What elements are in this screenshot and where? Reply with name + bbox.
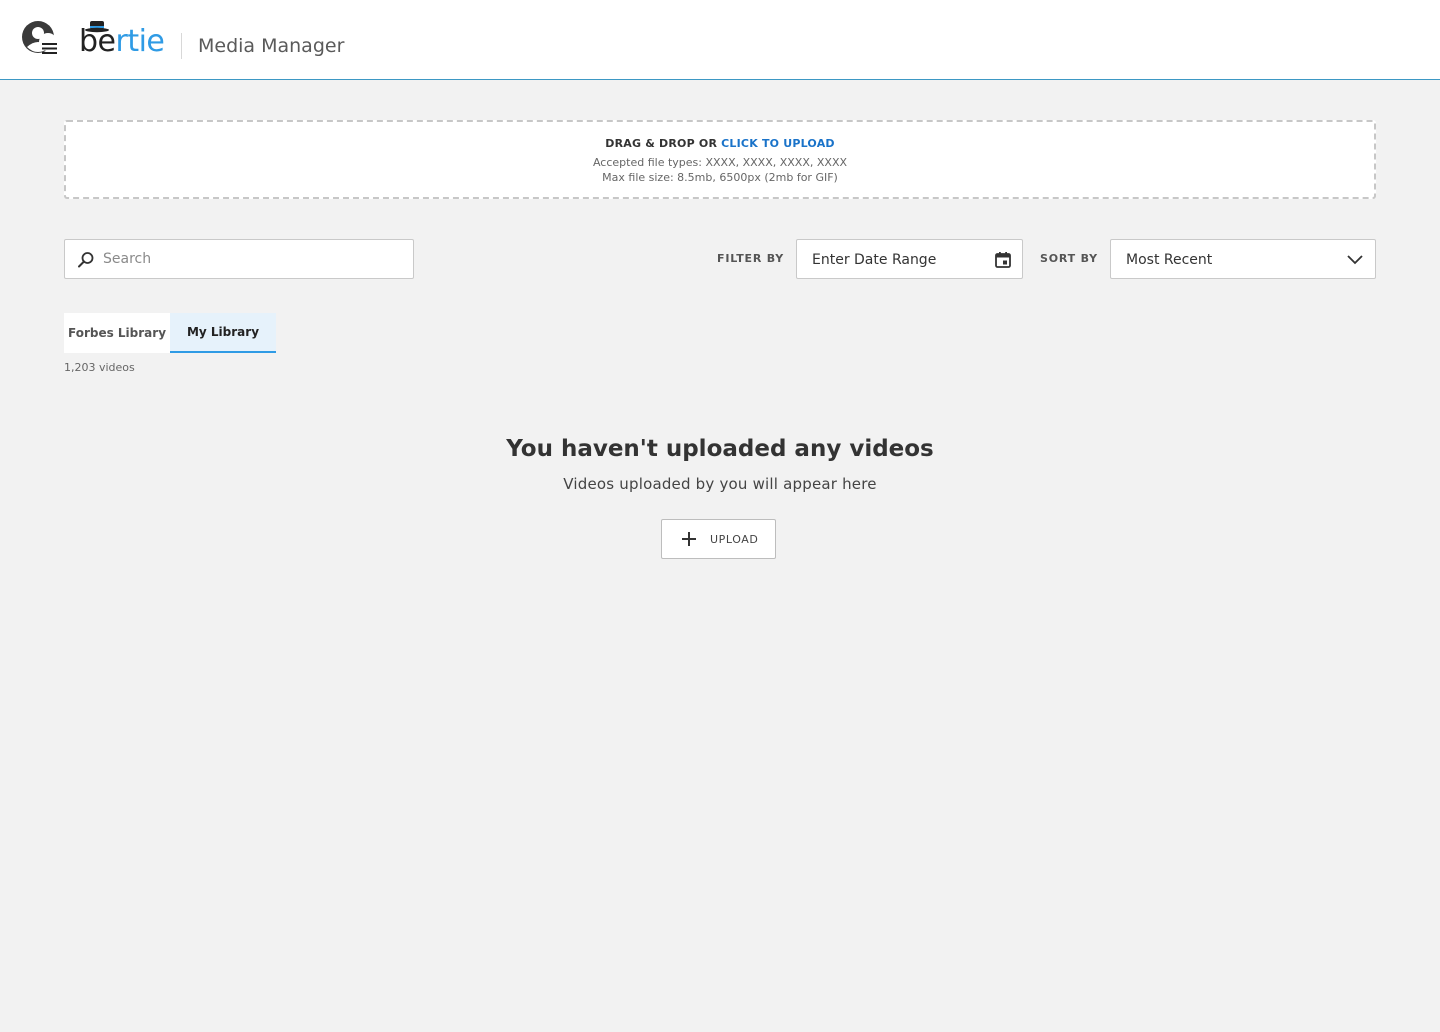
date-range-field[interactable]: Enter Date Range — [796, 239, 1023, 279]
chevron-down-icon — [1347, 255, 1363, 265]
app-header: bertie Media Manager — [0, 0, 1440, 80]
avatar-icon — [22, 21, 57, 54]
video-count: 1,203 videos — [64, 361, 135, 374]
tab-my-library[interactable]: My Library — [170, 313, 276, 353]
calendar-icon[interactable] — [994, 251, 1012, 269]
search-box[interactable] — [64, 239, 414, 279]
dropzone-title: DRAG & DROP OR CLICK TO UPLOAD — [66, 137, 1374, 151]
upload-button[interactable]: UPLOAD — [661, 519, 776, 559]
sort-select[interactable]: Most Recent — [1110, 239, 1376, 279]
logo-text-accent: rtie — [115, 24, 165, 59]
logo-text-dark: be — [79, 24, 116, 59]
empty-state-title: You haven't uploaded any videos — [506, 436, 934, 462]
hamburger-icon — [42, 43, 57, 54]
library-tabs: Forbes Library My Library — [64, 313, 276, 353]
empty-state-subtitle: Videos uploaded by you will appear here — [563, 475, 877, 493]
upload-button-label: UPLOAD — [710, 533, 759, 546]
plus-icon — [682, 532, 696, 546]
bertie-logo: bertie — [79, 21, 169, 62]
sort-selected-value: Most Recent — [1126, 252, 1213, 268]
tab-forbes-library[interactable]: Forbes Library — [64, 313, 170, 353]
max-file-size: Max file size: 8.5mb, 6500px (2mb for GI… — [602, 171, 838, 184]
upload-dropzone[interactable]: DRAG & DROP OR CLICK TO UPLOAD Accepted … — [64, 120, 1376, 199]
filter-by-label: FILTER BY — [717, 252, 785, 265]
date-range-placeholder: Enter Date Range — [812, 252, 937, 268]
sort-by-label: SORT BY — [1040, 252, 1098, 265]
app-title: Media Manager — [198, 35, 345, 57]
accepted-file-types: Accepted file types: XXXX, XXXX, XXXX, X… — [592, 156, 848, 169]
user-menu-button[interactable] — [20, 20, 62, 62]
search-icon — [78, 252, 94, 268]
dropzone-title-prefix: DRAG & DROP OR — [605, 137, 722, 150]
search-input[interactable] — [103, 240, 403, 278]
header-divider — [181, 33, 182, 59]
click-to-upload-link[interactable]: CLICK TO UPLOAD — [721, 137, 835, 150]
